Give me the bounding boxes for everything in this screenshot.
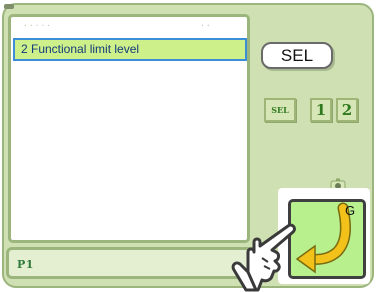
number-2-button[interactable]: 2 bbox=[336, 98, 358, 122]
number-1-button[interactable]: 1 bbox=[310, 98, 332, 122]
list-item-label: 2 Functional limit level bbox=[21, 42, 140, 56]
sel-button[interactable]: SEL bbox=[261, 42, 333, 69]
list-panel: ····· ·· 2 Functional limit level bbox=[8, 14, 250, 243]
sel-small-button[interactable]: SEL bbox=[264, 98, 296, 122]
header-dots-right: ·· bbox=[200, 21, 212, 30]
list-header-decoration: ····· ·· bbox=[14, 19, 246, 33]
go-button-label: G bbox=[345, 203, 356, 218]
page-tab-label: P1 bbox=[17, 258, 34, 271]
screen: ····· ·· 2 Functional limit level P1 SEL… bbox=[0, 0, 380, 292]
hand-pointer-icon bbox=[231, 223, 296, 292]
list-item-functional-limit-level[interactable]: 2 Functional limit level bbox=[13, 38, 247, 61]
corner-mark bbox=[4, 4, 14, 9]
header-dots-left: ····· bbox=[23, 21, 53, 30]
page-tab[interactable]: P1 bbox=[6, 247, 258, 279]
